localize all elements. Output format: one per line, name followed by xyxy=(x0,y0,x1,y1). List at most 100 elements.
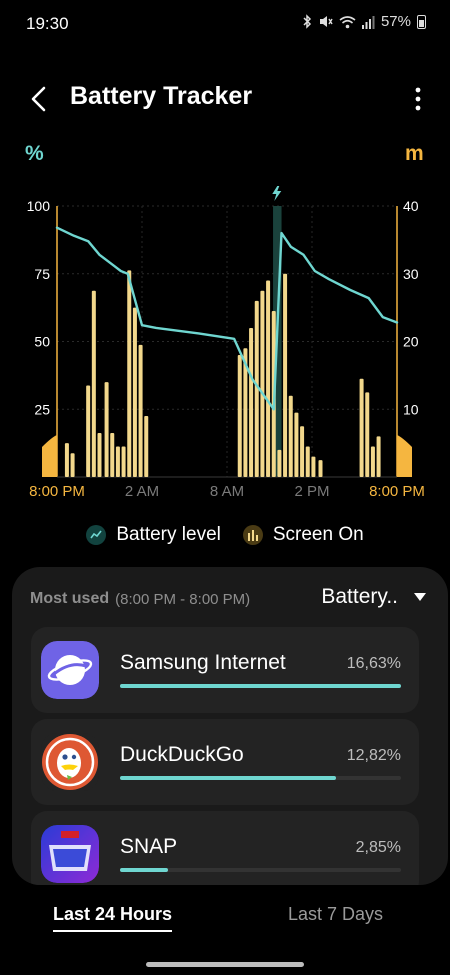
chart-legend: Battery level Screen On xyxy=(0,518,450,552)
more-options-button[interactable] xyxy=(408,84,428,114)
tab-last-7-days[interactable]: Last 7 Days xyxy=(288,904,383,925)
sort-value: Battery.. xyxy=(321,585,398,608)
screen-on-bar xyxy=(266,280,271,477)
screen-on-bar xyxy=(70,453,75,477)
status-bar: 19:30 57% xyxy=(0,0,450,48)
right-edge-marker xyxy=(397,435,412,477)
screen-on-bar xyxy=(318,460,323,477)
app-item-samsung-internet[interactable]: Samsung Internet 16,63% xyxy=(31,627,419,713)
app-item-duckduckgo[interactable]: DuckDuckGo 12,82% xyxy=(31,719,419,805)
screen-on-bar xyxy=(370,446,375,477)
most-used-header: Most used (8:00 PM - 8:00 PM) Battery.. xyxy=(30,585,430,613)
right-tick-label: 10 xyxy=(403,401,419,417)
right-tick-label: 40 xyxy=(403,198,419,214)
screen-on-bar xyxy=(127,270,132,477)
left-edge-marker xyxy=(42,435,57,477)
lightning-icon xyxy=(272,186,282,201)
app-bar: Battery Tracker xyxy=(0,72,450,122)
screen-on-bar xyxy=(115,446,120,477)
battery-percent: 57% xyxy=(380,13,411,30)
screen-on-bar xyxy=(359,378,364,477)
app-name: Samsung Internet xyxy=(120,651,286,674)
screen-on-bar xyxy=(376,436,381,477)
screen-on-bar xyxy=(97,432,102,477)
screen-on-bar xyxy=(121,446,126,477)
screen-on-bar xyxy=(365,392,370,477)
more-vertical-icon xyxy=(415,87,421,111)
screen-on-bar xyxy=(288,395,293,477)
legend-screen-on: Screen On xyxy=(242,524,364,546)
screen-on-bar xyxy=(305,446,310,477)
legend-battery-label: Battery level xyxy=(116,524,221,545)
usage-bar-fill xyxy=(120,684,401,688)
sort-dropdown[interactable]: Battery.. xyxy=(321,585,426,609)
screen-on-bar xyxy=(138,344,143,477)
screen-on-bar xyxy=(249,327,254,477)
page-title: Battery Tracker xyxy=(70,82,253,110)
marvel-snap-icon xyxy=(41,825,99,883)
battery-chart-svg: % m 100 40 75 30 50 20 25 10 8:00 PM 2 AM 8 AM 2 PM 8:… xyxy=(25,142,425,500)
screen-on-bar xyxy=(294,412,299,477)
screen-on-bar xyxy=(283,273,288,477)
x-tick-label: 2 PM xyxy=(294,483,329,500)
app-name: SNAP xyxy=(120,835,178,858)
battery-chart: % m 100 40 75 30 50 20 25 10 8:00 PM 2 AM 8 AM 2 PM 8:… xyxy=(0,130,450,510)
app-name: DuckDuckGo xyxy=(120,743,244,766)
screen-on-bars-icon xyxy=(242,525,263,545)
screen-on-bar xyxy=(86,385,91,477)
right-tick-label: 20 xyxy=(403,334,419,350)
x-tick-label: 2 AM xyxy=(125,483,159,500)
bluetooth-icon xyxy=(303,14,312,29)
chevron-left-icon xyxy=(31,86,46,112)
usage-bar xyxy=(120,868,401,872)
app-item-snap[interactable]: SNAP 2,85% xyxy=(31,811,419,885)
screen-on-bar xyxy=(277,449,282,477)
x-tick-label: 8:00 PM xyxy=(29,483,85,500)
left-tick-label: 100 xyxy=(27,198,51,214)
x-tick-label: 8:00 PM xyxy=(369,483,425,500)
screen-on-bar xyxy=(91,290,96,477)
x-tick-label: 8 AM xyxy=(210,483,244,500)
screen-on-bar xyxy=(300,426,305,477)
usage-bar xyxy=(120,684,401,688)
screen-on-bar xyxy=(260,290,265,477)
app-percent: 16,63% xyxy=(346,655,401,672)
left-tick-label: 25 xyxy=(34,401,50,417)
right-tick-label: 30 xyxy=(403,266,419,282)
mute-icon xyxy=(319,16,333,27)
screen-on-bar xyxy=(311,456,316,477)
screen-on-bar xyxy=(144,416,149,477)
time-range-tabs: Last 24 Hours Last 7 Days xyxy=(0,898,450,938)
screen-on-bar xyxy=(237,355,242,477)
tab-last-24-hours[interactable]: Last 24 Hours xyxy=(53,904,173,932)
status-icons: 57% xyxy=(302,13,426,30)
legend-battery-level: Battery level xyxy=(86,524,221,546)
usage-bar-fill xyxy=(120,776,337,780)
app-percent: 12,82% xyxy=(346,747,401,764)
app-percent: 2,85% xyxy=(355,839,401,856)
screen-on-bar xyxy=(64,443,69,477)
samsung-internet-icon xyxy=(41,641,99,699)
most-used-sheet: Most used (8:00 PM - 8:00 PM) Battery.. … xyxy=(12,567,448,885)
battery-trend-icon xyxy=(86,525,107,545)
left-axis-unit: % xyxy=(25,142,44,165)
left-tick-label: 50 xyxy=(34,334,50,350)
left-tick-label: 75 xyxy=(34,266,50,282)
home-indicator[interactable] xyxy=(146,962,304,967)
caret-down-icon xyxy=(414,593,426,601)
most-used-range: (8:00 PM - 8:00 PM) xyxy=(115,590,251,608)
wifi-icon xyxy=(339,15,356,28)
usage-bar xyxy=(120,776,401,780)
signal-icon xyxy=(361,15,375,29)
right-axis-unit: m xyxy=(405,142,424,165)
screen-on-bar xyxy=(104,382,109,477)
screen-on-bar xyxy=(110,432,115,477)
back-button[interactable] xyxy=(22,82,56,116)
status-time: 19:30 xyxy=(26,14,69,33)
most-used-label: Most used xyxy=(30,590,110,607)
duckduckgo-icon xyxy=(41,733,99,791)
usage-bar-fill xyxy=(120,868,168,872)
battery-icon xyxy=(417,14,426,29)
screen-on-bar xyxy=(132,307,137,477)
legend-screen-label: Screen On xyxy=(272,524,364,545)
